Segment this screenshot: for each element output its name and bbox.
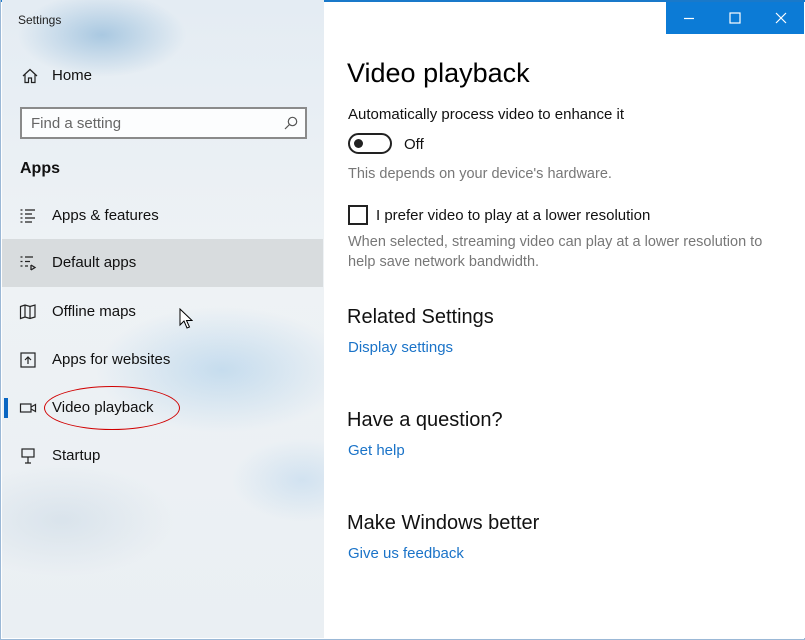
auto-process-label: Automatically process video to enhance i… [348,106,624,123]
sidebar-item-label: Home [52,67,93,84]
section-heading-apps: Apps [20,160,60,177]
list-icon [19,207,37,225]
close-button[interactable] [758,2,804,34]
auto-process-toggle[interactable] [348,133,392,154]
sidebar-item-label: Startup [52,447,101,464]
open-in-window-icon [19,351,37,369]
close-icon [775,12,787,24]
home-icon [21,67,39,85]
low-resolution-label[interactable]: I prefer video to play at a lower resolu… [376,207,650,224]
startup-icon [19,447,37,465]
sidebar-item-label: Apps & features [52,207,159,224]
maximize-icon [729,12,741,24]
sidebar-item-label: Offline maps [52,303,136,320]
sidebar-item-startup[interactable]: Startup [2,432,323,480]
sidebar-item-apps-features[interactable]: Apps & features [2,192,323,240]
have-a-question-heading: Have a question? [347,409,503,431]
sidebar-item-label: Video playback [52,399,154,416]
settings-window: Settings Home Apps Apps & features [0,0,805,640]
map-icon [19,303,37,321]
sidebar-item-label: Apps for websites [52,351,171,368]
search-input[interactable] [22,109,272,137]
window-title: Settings [18,13,62,27]
minimize-button[interactable] [666,2,712,34]
display-settings-link[interactable]: Display settings [348,339,453,356]
low-resolution-checkbox[interactable] [348,205,368,225]
video-icon [19,399,37,417]
get-help-link[interactable]: Get help [348,442,405,459]
selection-indicator [4,398,8,418]
sidebar-item-video-playback[interactable]: Video playback [2,384,323,432]
toggle-state-text: Off [404,136,424,153]
make-windows-better-heading: Make Windows better [347,512,540,534]
auto-process-note: This depends on your device's hardware. [348,166,612,182]
mouse-cursor-icon [179,308,193,329]
search-box [20,107,307,139]
minimize-icon [684,17,694,20]
search-icon[interactable] [283,115,299,131]
toggle-knob [354,139,363,148]
default-apps-icon [19,254,37,272]
sidebar-item-offline-maps[interactable]: Offline maps [2,288,323,336]
sidebar-item-home[interactable]: Home [2,52,323,98]
page-title: Video playback [347,58,530,88]
sidebar-item-label: Default apps [52,254,137,271]
give-feedback-link[interactable]: Give us feedback [348,545,464,562]
low-resolution-note-line2: help save network bandwidth. [348,254,540,270]
sidebar-item-default-apps[interactable]: Default apps [2,239,323,287]
related-settings-heading: Related Settings [347,306,494,328]
sidebar-item-apps-for-websites[interactable]: Apps for websites [2,336,323,384]
low-resolution-note-line1: When selected, streaming video can play … [348,234,763,250]
maximize-button[interactable] [712,2,758,34]
